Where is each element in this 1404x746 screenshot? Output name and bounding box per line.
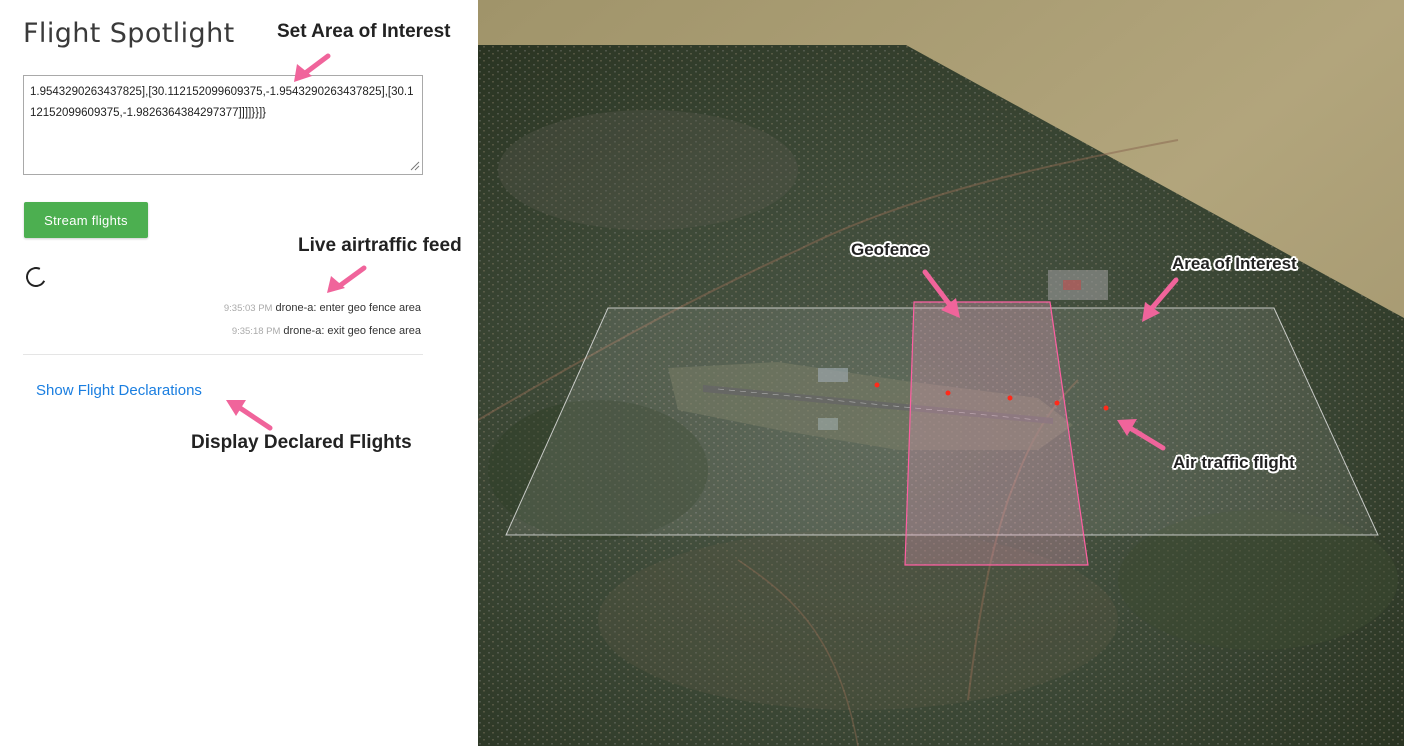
air-traffic-flight-marker[interactable] xyxy=(1103,405,1109,411)
flight-track-point[interactable] xyxy=(874,382,880,388)
stream-flights-button[interactable]: Stream flights xyxy=(24,202,148,238)
divider xyxy=(23,354,423,355)
feed-message: drone-a: enter geo fence area xyxy=(275,302,421,314)
feed-timestamp: 9:35:03 PM xyxy=(223,303,273,314)
annotation-area-of-interest: Area of Interest xyxy=(1172,254,1297,273)
annotation-display-declared-flights: Display Declared Flights xyxy=(191,432,412,453)
live-traffic-feed: 9:35:03 PM drone-a: enter geo fence area … xyxy=(100,297,421,343)
flight-track-point[interactable] xyxy=(1054,400,1060,406)
feed-timestamp: 9:35:18 PM xyxy=(231,326,281,337)
flight-track-point[interactable] xyxy=(1007,395,1013,401)
feed-item: 9:35:18 PM drone-a: exit geo fence area xyxy=(100,320,421,343)
annotation-air-traffic-flight: Air traffic flight xyxy=(1173,453,1295,472)
terrain-patch xyxy=(498,110,798,230)
feed-item: 9:35:03 PM drone-a: enter geo fence area xyxy=(100,297,421,320)
show-flight-declarations-link[interactable]: Show Flight Declarations xyxy=(36,382,202,399)
sidebar: Flight Spotlight 1.9543290263437825],[30… xyxy=(0,0,478,746)
annotation-geofence: Geofence xyxy=(851,240,929,259)
page-title: Flight Spotlight xyxy=(23,18,235,49)
map-3d-view[interactable] xyxy=(478,0,1404,746)
annotation-set-area-of-interest: Set Area of Interest xyxy=(277,21,451,42)
resize-grip-icon[interactable] xyxy=(408,159,420,171)
map-canvas[interactable] xyxy=(478,0,1404,746)
flight-track-point[interactable] xyxy=(945,390,951,396)
area-of-interest-input[interactable]: 1.9543290263437825],[30.112152099609375,… xyxy=(23,75,423,175)
loading-spinner-icon xyxy=(23,264,49,290)
feed-message: drone-a: exit geo fence area xyxy=(283,325,421,337)
annotation-live-airtraffic-feed: Live airtraffic feed xyxy=(298,235,462,256)
building-cluster xyxy=(1063,280,1081,290)
